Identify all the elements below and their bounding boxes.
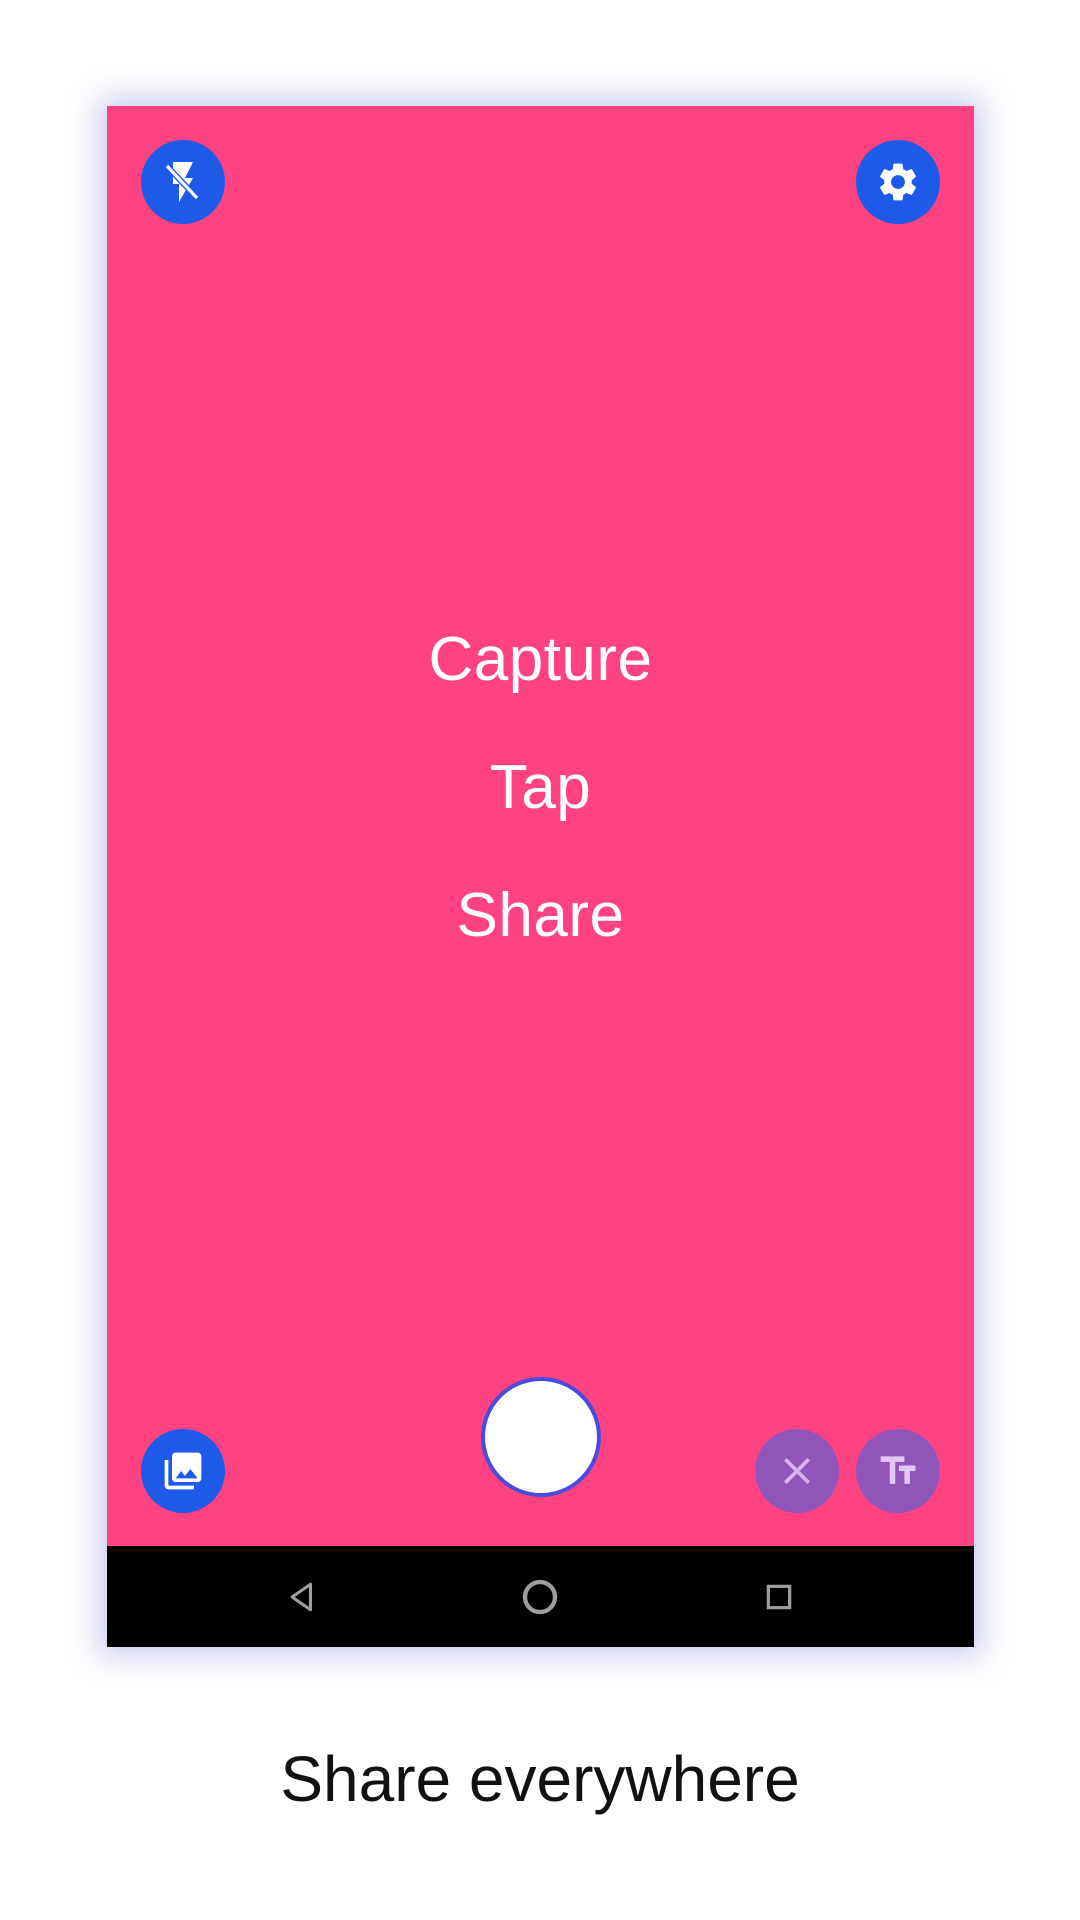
nav-back-button[interactable] xyxy=(277,1572,327,1622)
close-button[interactable] xyxy=(755,1429,839,1513)
word-tap: Tap xyxy=(489,753,592,822)
gallery-icon xyxy=(164,1452,202,1490)
phone-screen: Capture Tap Share xyxy=(107,106,974,1647)
back-triangle-icon xyxy=(290,1582,313,1612)
shutter-button[interactable] xyxy=(481,1377,601,1497)
word-capture: Capture xyxy=(428,625,653,694)
flash-off-icon xyxy=(164,162,200,202)
word-share: Share xyxy=(456,881,625,950)
settings-button[interactable] xyxy=(856,140,940,224)
recents-square-icon xyxy=(766,1584,792,1610)
nav-home-button[interactable] xyxy=(515,1572,565,1622)
text-size-button[interactable] xyxy=(856,1429,940,1513)
android-navigation-bar xyxy=(107,1546,974,1647)
close-icon xyxy=(784,1458,810,1484)
camera-viewfinder[interactable]: Capture Tap Share xyxy=(107,106,974,1546)
flash-toggle-button[interactable] xyxy=(141,140,225,224)
promo-caption: Share everywhere xyxy=(280,1743,800,1815)
gear-icon xyxy=(880,163,916,201)
nav-recents-button[interactable] xyxy=(754,1572,804,1622)
gallery-button[interactable] xyxy=(141,1429,225,1513)
home-circle-icon xyxy=(522,1579,558,1615)
promo-page: Capture Tap Share Share everywhere xyxy=(0,0,1080,1920)
text-size-icon xyxy=(880,1456,916,1484)
